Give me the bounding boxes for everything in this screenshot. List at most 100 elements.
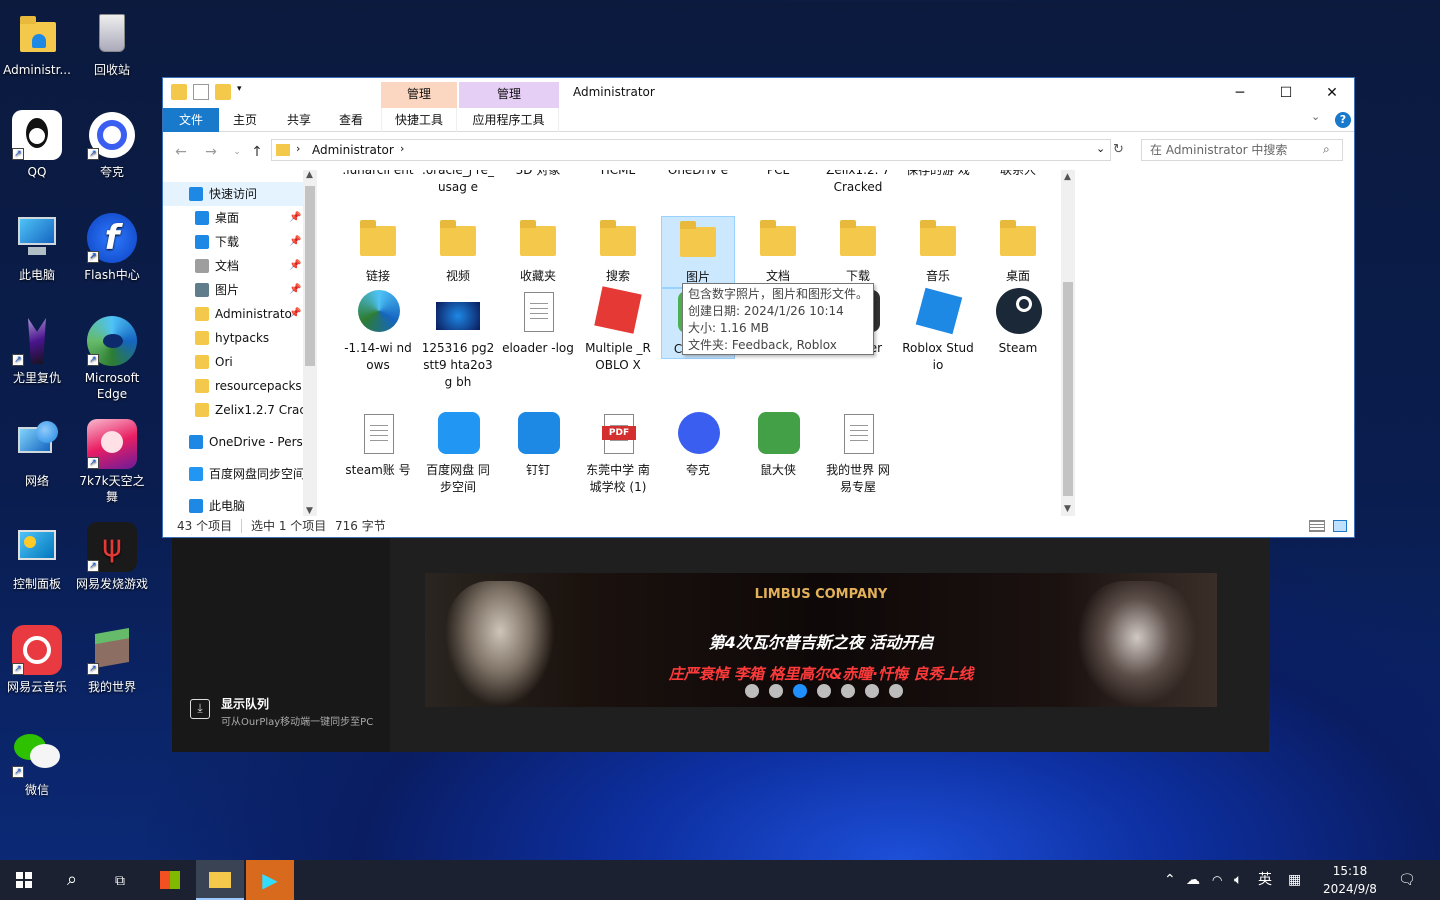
large-icons-view-icon[interactable]	[1333, 520, 1347, 532]
scroll-down-icon[interactable]: ▼	[1064, 504, 1071, 514]
breadcrumb[interactable]: Administrator	[312, 143, 394, 157]
desktop-icon-netease-music[interactable]: ↗ 网易云音乐	[0, 625, 74, 695]
nav-item[interactable]: hytpacks	[163, 326, 303, 350]
file-item[interactable]: 百度网盘 同步空间	[421, 410, 495, 496]
file-item[interactable]: 文档	[741, 216, 815, 285]
file-item[interactable]: Roblox Studio	[901, 287, 975, 374]
file-item[interactable]: 视频	[421, 216, 495, 285]
file-item[interactable]: 鼠大侠	[741, 410, 815, 479]
file-item[interactable]: 链接	[341, 216, 415, 285]
desktop-icon-flash[interactable]: f ↗ Flash中心	[75, 213, 149, 283]
search-input[interactable]: 在 Administrator 中搜索	[1141, 139, 1343, 161]
nav-item[interactable]: 快速访问	[163, 182, 303, 206]
carousel-dot[interactable]	[793, 684, 807, 698]
file-item[interactable]: HCML	[581, 170, 655, 179]
desktop-icon-yuri[interactable]: ↗ 尤里复仇	[0, 316, 74, 386]
file-item[interactable]: .lunarcli ent	[341, 170, 415, 179]
content-scroll-thumb[interactable]	[1063, 282, 1073, 496]
nav-scroll-thumb[interactable]	[305, 186, 315, 366]
up-icon[interactable]: ↑	[247, 143, 267, 161]
carousel-dot[interactable]	[817, 684, 831, 698]
forward-icon[interactable]: →	[201, 143, 221, 161]
desktop-icon-this-pc[interactable]: 此电脑	[0, 213, 74, 283]
nav-item[interactable]: Zelix1.2.7 Crack	[163, 398, 303, 422]
nav-item[interactable]: Administrato 📌	[163, 302, 303, 326]
file-item[interactable]: Steam	[981, 288, 1055, 357]
file-item[interactable]: Multiple _ROBLO X	[581, 286, 655, 374]
desktop-icon-network[interactable]: 网络	[0, 419, 74, 489]
address-bar[interactable]: › Administrator › ⌄	[271, 139, 1111, 161]
chevron-down-icon[interactable]: ▾	[237, 84, 247, 100]
file-item[interactable]: 音乐	[901, 216, 975, 285]
file-item[interactable]: 钉钉	[501, 410, 575, 479]
file-item[interactable]: 联系人	[981, 170, 1055, 179]
file-item[interactable]: 下载	[821, 216, 895, 285]
desktop-icon-administrator[interactable]: Administr...	[0, 8, 74, 78]
volume-icon[interactable]: 🔈︎	[1234, 860, 1242, 900]
file-item[interactable]: 保存的游 戏	[901, 170, 975, 179]
store-button[interactable]	[146, 860, 194, 900]
file-item[interactable]: .oracle_j re_usag e	[421, 170, 495, 196]
carousel-dot[interactable]	[865, 684, 879, 698]
desktop-icon-7k7k[interactable]: ↗ 7k7k天空之舞	[75, 419, 149, 505]
address-dropdown-icon[interactable]: ⌄	[1096, 142, 1105, 155]
desktop-icon-wechat[interactable]: ↗ 微信	[0, 728, 74, 798]
desktop-icon-recycle-bin[interactable]: 回收站	[75, 8, 149, 78]
file-item[interactable]: 搜索	[581, 216, 655, 285]
ime-mode-icon[interactable]: ▦	[1288, 860, 1301, 900]
scroll-up-icon[interactable]: ▲	[1064, 172, 1071, 182]
desktop-icon-netease-games[interactable]: ψ ↗ 网易发烧游戏	[75, 522, 149, 592]
nav-item[interactable]: 文档 📌	[163, 254, 303, 278]
close-button[interactable]: ✕	[1309, 78, 1355, 108]
file-explorer-taskbar-button[interactable]	[196, 860, 244, 900]
nav-item[interactable]: 百度网盘同步空间	[163, 462, 303, 486]
file-item[interactable]: Zelix1.2. 7 Cracked	[821, 170, 895, 196]
desktop-icon-edge[interactable]: ↗ Microsoft Edge	[75, 316, 149, 402]
file-item[interactable]: PCL	[741, 170, 815, 179]
wifi-icon[interactable]: ◠	[1212, 860, 1222, 900]
expand-ribbon-icon[interactable]: ⌄	[1311, 110, 1320, 123]
file-item[interactable]: PDF 东莞中学 南城学校 (1)	[581, 410, 655, 496]
clock[interactable]: 15:18 2024/9/8	[1318, 862, 1382, 898]
properties-icon[interactable]	[193, 84, 209, 100]
desktop-icon-quark[interactable]: ↗ 夸克	[75, 110, 149, 180]
context-tab-shortcut-manage[interactable]: 管理	[381, 82, 457, 108]
desktop-icon-control-panel[interactable]: 控制面板	[0, 522, 74, 592]
tab-home[interactable]: 主页	[225, 108, 265, 132]
scroll-up-icon[interactable]: ▲	[306, 170, 313, 180]
help-icon[interactable]: ?	[1335, 112, 1351, 128]
file-item[interactable]: OneDriv e	[661, 170, 735, 179]
tab-app-tools[interactable]: 应用程序工具	[459, 108, 559, 132]
carousel-dot[interactable]	[769, 684, 783, 698]
file-item[interactable]: steam账 号	[341, 410, 415, 479]
nav-item[interactable]: 桌面 📌	[163, 206, 303, 230]
desktop-icon-minecraft[interactable]: ↗ 我的世界	[75, 625, 149, 695]
maximize-button[interactable]: ☐	[1263, 78, 1309, 108]
carousel-dot[interactable]	[841, 684, 855, 698]
search-button[interactable]: ⌕	[48, 860, 96, 900]
nav-item[interactable]: OneDrive - Pers	[163, 430, 303, 454]
context-tab-app-manage[interactable]: 管理	[459, 82, 559, 108]
desktop-icon-qq[interactable]: ↗ QQ	[0, 110, 74, 180]
new-folder-icon[interactable]	[215, 84, 231, 100]
tab-file[interactable]: 文件	[163, 108, 219, 132]
ime-indicator[interactable]: 英	[1258, 860, 1272, 900]
file-item[interactable]: 收藏夹	[501, 216, 575, 285]
nav-item[interactable]: 此电脑	[163, 494, 303, 516]
tab-view[interactable]: 查看	[331, 108, 371, 132]
promo-banner[interactable]: LIMBUS COMPANY 第4次瓦尔普吉斯之夜 活动开启 庄严衰悼 李箱 格…	[425, 573, 1217, 707]
file-item[interactable]: 我的世界 网易专屋	[821, 410, 895, 496]
task-view-button[interactable]: ⧉	[96, 860, 144, 900]
content-scrollbar[interactable]: ▲ ▼	[1061, 170, 1075, 516]
minimize-button[interactable]: ─	[1217, 78, 1263, 108]
carousel-dot[interactable]	[889, 684, 903, 698]
file-item[interactable]: eloader -log	[501, 288, 575, 357]
start-button[interactable]	[0, 860, 48, 900]
onedrive-icon[interactable]: ☁	[1186, 860, 1200, 900]
details-view-icon[interactable]	[1309, 520, 1325, 532]
notification-icon[interactable]: 🗨︎	[1398, 860, 1416, 900]
nav-item[interactable]: 下载 📌	[163, 230, 303, 254]
nav-scrollbar[interactable]: ▲ ▼	[303, 170, 317, 516]
search-icon[interactable]: ⌕	[1323, 142, 1330, 157]
nav-item[interactable]: Ori	[163, 350, 303, 374]
